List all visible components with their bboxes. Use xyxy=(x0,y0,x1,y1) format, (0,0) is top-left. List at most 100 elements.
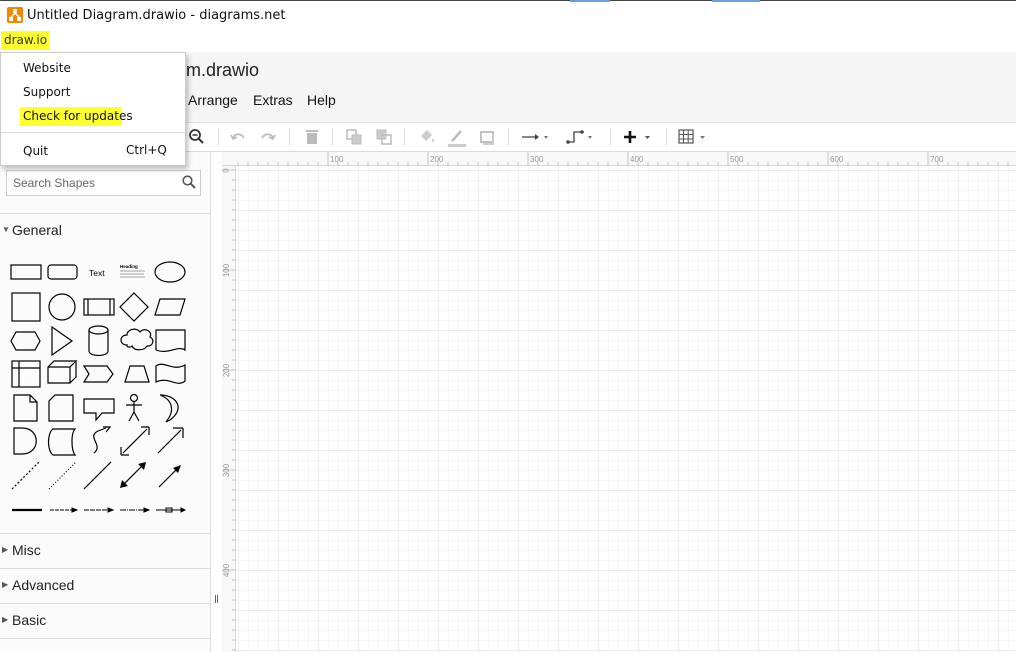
diamond-shape[interactable] xyxy=(119,292,149,322)
expanded-arrow-icon: ▼ xyxy=(2,225,10,234)
ruler-top[interactable]: 100 200 300 400 500 600 700 xyxy=(222,152,1016,166)
section-general[interactable]: ▼ General xyxy=(0,215,210,245)
menu-extras[interactable]: Extras xyxy=(253,92,293,108)
document-shape[interactable] xyxy=(155,329,186,353)
dotted-line-shape[interactable] xyxy=(48,461,77,490)
menu-help[interactable]: Help xyxy=(307,92,336,108)
curved-arrow-shape[interactable] xyxy=(93,426,112,454)
collapsed-arrow-icon: ▶ xyxy=(2,545,9,554)
delete-icon[interactable] xyxy=(302,127,322,147)
menu-item-quit[interactable]: Quit xyxy=(23,144,48,158)
ruler-label: 300 xyxy=(530,155,544,164)
to-front-icon[interactable] xyxy=(344,127,364,147)
section-advanced[interactable]: ▶ Advanced xyxy=(0,570,210,600)
delay-shape[interactable] xyxy=(13,427,37,455)
app-menu-button[interactable]: draw.io xyxy=(1,31,51,50)
ruler-label: 300 xyxy=(222,463,232,478)
actor-shape[interactable] xyxy=(126,393,142,422)
or-shape[interactable] xyxy=(159,394,179,423)
square-shape[interactable] xyxy=(11,292,41,322)
shadow-icon[interactable] xyxy=(478,127,498,147)
callout-shape[interactable] xyxy=(83,398,115,422)
toolbar-separator xyxy=(508,128,509,146)
triangle-shape[interactable] xyxy=(51,325,74,357)
table-icon[interactable] xyxy=(677,127,713,147)
sidebar-divider xyxy=(0,638,210,639)
search-input[interactable] xyxy=(7,171,189,195)
ruler-label: 100 xyxy=(330,155,344,164)
menu-arrange[interactable]: Arrange xyxy=(188,92,238,108)
rectangle-shape[interactable] xyxy=(10,264,42,280)
fill-color-icon[interactable] xyxy=(417,127,437,147)
menu-item-website[interactable]: Website xyxy=(23,61,71,75)
menu-item-check-for-updates[interactable]: Check for updates xyxy=(23,109,133,123)
toolbar-separator xyxy=(404,128,405,146)
dashed-line-shape[interactable] xyxy=(11,461,40,490)
section-basic[interactable]: ▶ Basic xyxy=(0,605,210,635)
sidebar-splitter[interactable] xyxy=(211,152,222,652)
toolbar-separator xyxy=(289,128,290,146)
taskbar-accent xyxy=(712,0,760,2)
ruler-label: 700 xyxy=(930,155,944,164)
connector-row[interactable] xyxy=(12,507,187,513)
text-shape[interactable]: Text xyxy=(89,268,105,278)
card-shape[interactable] xyxy=(48,394,74,422)
step-shape[interactable] xyxy=(82,365,114,383)
trapezoid-shape[interactable] xyxy=(124,365,150,383)
search-icon[interactable] xyxy=(181,174,197,190)
ruler-label: 400 xyxy=(222,563,232,578)
cloud-shape[interactable] xyxy=(120,328,154,351)
sidebar-divider xyxy=(0,568,210,569)
line-shape[interactable] xyxy=(83,461,112,490)
note-shape[interactable] xyxy=(13,394,38,422)
redo-icon[interactable] xyxy=(258,127,278,147)
quit-shortcut: Ctrl+Q xyxy=(126,143,167,157)
document-title[interactable]: m.drawio xyxy=(186,60,259,81)
ruler-label: 200 xyxy=(222,363,232,378)
ruler-left[interactable]: 0 100 200 300 400 xyxy=(222,166,236,652)
tape-shape[interactable] xyxy=(155,363,186,384)
general-shapes-grid: Text Heading xyxy=(8,255,198,530)
insert-icon[interactable] xyxy=(620,127,656,147)
zoom-out-icon[interactable] xyxy=(187,127,207,147)
circle-shape[interactable] xyxy=(48,293,76,321)
ruler-label: 0 xyxy=(221,168,231,173)
process-shape[interactable] xyxy=(83,298,115,316)
undo-icon[interactable] xyxy=(228,127,248,147)
sidebar-divider xyxy=(0,533,210,534)
connection-icon[interactable] xyxy=(520,127,554,147)
menu-item-support[interactable]: Support xyxy=(23,85,70,99)
heading-shape[interactable]: Heading xyxy=(120,264,138,269)
app-menu-bar xyxy=(0,30,1016,52)
taskbar-accent xyxy=(570,0,610,2)
line-color-icon[interactable] xyxy=(447,127,467,147)
heading-text-lines xyxy=(120,270,145,278)
ruler-label: 400 xyxy=(630,155,644,164)
toolbar-separator xyxy=(666,128,667,146)
section-misc[interactable]: ▶ Misc xyxy=(0,535,210,565)
directional-connector-shape[interactable] xyxy=(158,468,178,488)
section-label: General xyxy=(12,222,62,238)
sidebar-divider xyxy=(0,213,210,214)
menu-separator xyxy=(1,132,185,133)
parallelogram-shape[interactable] xyxy=(154,298,186,316)
arrow-shape[interactable] xyxy=(157,427,184,454)
hexagon-shape[interactable] xyxy=(10,331,41,351)
section-label: Misc xyxy=(12,542,41,558)
rounded-rectangle-shape[interactable] xyxy=(47,264,78,280)
collapsed-arrow-icon: ▶ xyxy=(2,615,9,624)
data-storage-shape[interactable] xyxy=(47,428,77,456)
to-back-icon[interactable] xyxy=(374,127,394,147)
toolbar-separator xyxy=(610,128,611,146)
diagram-canvas[interactable] xyxy=(236,166,1016,652)
bidirectional-connector-shape[interactable] xyxy=(122,464,144,486)
cube-shape[interactable] xyxy=(47,360,78,384)
waypoints-icon[interactable] xyxy=(564,127,600,147)
toolbar-separator xyxy=(332,128,333,146)
cylinder-shape[interactable] xyxy=(88,325,109,357)
internal-storage-shape[interactable] xyxy=(11,360,41,388)
ellipse-shape[interactable] xyxy=(154,261,186,283)
bidirectional-arrow-shape[interactable] xyxy=(120,426,150,456)
collapsed-arrow-icon: ▶ xyxy=(2,580,9,589)
splitter-grip-icon[interactable] xyxy=(215,590,218,603)
